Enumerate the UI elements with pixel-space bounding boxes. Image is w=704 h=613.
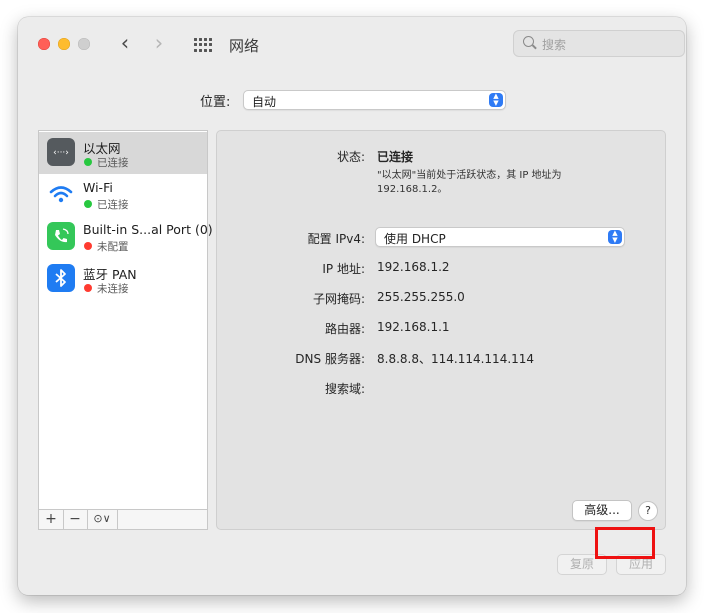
advanced-button[interactable]: 高级... [572, 500, 632, 521]
search-domain-label: 搜索域: [324, 382, 365, 396]
status-value: 已连接 [377, 150, 414, 164]
subnet-mask-value: 255.255.255.0 [377, 290, 465, 304]
service-name: Built-in S...al Port (0) [83, 222, 213, 237]
router-value: 192.168.1.1 [377, 320, 450, 334]
router-label: 路由器: [324, 322, 365, 336]
dns-server-value: 8.8.8.8、114.114.114.114 [377, 352, 535, 366]
show-all-grid-icon[interactable] [194, 38, 212, 52]
service-toolbar: + − ⊙∨ [38, 510, 208, 530]
service-name: Wi-Fi [83, 180, 113, 195]
status-dot-icon [84, 200, 92, 208]
service-list: ‹···› 以太网 已连接 Wi-Fi 已连接 Built-in S...al … [38, 130, 213, 510]
ip-address-value: 192.168.1.2 [377, 260, 450, 274]
zoom-button[interactable] [78, 38, 90, 50]
detail-panel: 状态: 已连接 "以太网"当前处于活跃状态，其 IP 地址为 192.168.1… [216, 130, 666, 530]
help-button[interactable]: ? [638, 501, 658, 521]
service-status: 未配置 [97, 241, 129, 253]
action-menu-button[interactable]: ⊙∨ [87, 510, 118, 529]
config-ipv4-label: 配置 IPv4: [307, 232, 365, 246]
service-item-wifi[interactable]: Wi-Fi 已连接 [39, 174, 207, 216]
select-arrows-icon: ▲ ▼ [489, 93, 503, 107]
minimize-button[interactable] [58, 38, 70, 50]
location-label: 位置: [200, 95, 231, 110]
wifi-icon [47, 180, 75, 208]
dns-server-label: DNS 服务器: [295, 352, 365, 366]
search-placeholder: 搜索 [542, 38, 567, 52]
status-label: 状态: [336, 150, 365, 164]
network-preferences-window: ‹ › 网络 搜索 位置: 自动 ▲ ▼ ‹···› 以太网 已连接 Wi-Fi… [18, 17, 686, 595]
window-title: 网络 [229, 37, 260, 55]
select-arrows-icon: ▲ ▼ [608, 230, 622, 244]
apply-button-highlight-box [595, 527, 655, 559]
service-item-serial-port[interactable]: Built-in S...al Port (0) 未配置 [39, 216, 213, 258]
status-dot-icon [84, 242, 92, 250]
phone-modem-icon [47, 222, 75, 250]
close-button[interactable] [38, 38, 50, 50]
service-status: 未连接 [97, 283, 129, 295]
subnet-mask-label: 子网掩码: [312, 292, 365, 306]
ethernet-icon: ‹···› [47, 138, 75, 166]
forward-chevron-icon[interactable]: › [148, 33, 170, 55]
bluetooth-icon [47, 264, 75, 292]
search-field[interactable]: 搜索 [513, 30, 685, 57]
ip-address-label: IP 地址: [322, 262, 365, 276]
add-service-button[interactable]: + [39, 510, 64, 529]
search-icon [523, 36, 534, 47]
status-dot-icon [84, 158, 92, 166]
status-description: "以太网"当前处于活跃状态，其 IP 地址为 192.168.1.2。 [377, 170, 562, 195]
config-ipv4-value: 使用 DHCP [384, 232, 446, 246]
service-status: 已连接 [97, 157, 129, 169]
svg-text:‹···›: ‹···› [53, 148, 69, 158]
remove-service-button[interactable]: − [63, 510, 88, 529]
titlebar: ‹ › 网络 搜索 [18, 17, 686, 73]
status-dot-icon [84, 284, 92, 292]
location-select[interactable]: 自动 ▲ ▼ [243, 90, 506, 110]
service-status: 已连接 [97, 199, 129, 211]
back-chevron-icon[interactable]: ‹ [114, 33, 136, 55]
service-item-ethernet[interactable]: ‹···› 以太网 已连接 [39, 132, 207, 174]
service-item-bluetooth-pan[interactable]: 蓝牙 PAN 未连接 [39, 258, 207, 300]
config-ipv4-select[interactable]: 使用 DHCP ▲ ▼ [375, 227, 625, 247]
location-value: 自动 [252, 95, 277, 109]
